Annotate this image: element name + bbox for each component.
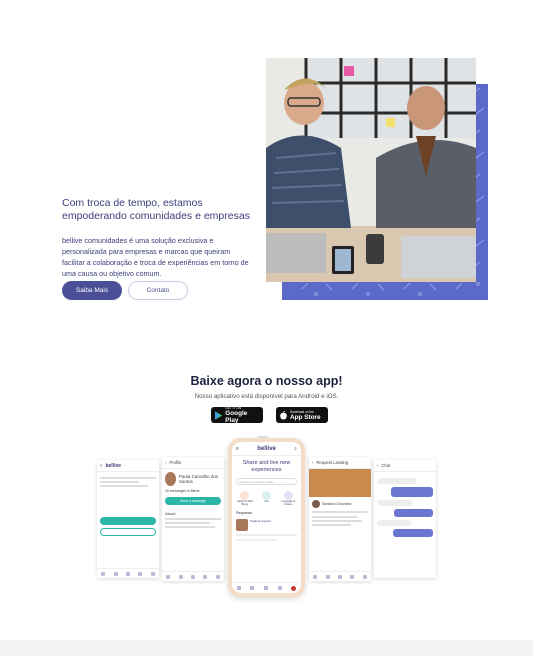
chat-bubble: [393, 509, 433, 517]
contato-button[interactable]: Contato: [128, 281, 188, 300]
profile-stat: 15 exchanges in Bliivie: [165, 489, 200, 493]
phone-tab-bar: [232, 582, 301, 593]
avatar: [165, 472, 176, 486]
tab-messages-icon[interactable]: [250, 586, 255, 590]
requests-label: Requests: [236, 511, 253, 515]
hero-title: Com troca de tempo, estamos empoderando …: [62, 197, 250, 222]
menu-icon[interactable]: ≡: [236, 446, 239, 452]
category-health[interactable]: Health & Well Being: [235, 491, 255, 506]
phone-headline: Share and live new experiences: [242, 460, 291, 473]
hero-description: bellive comunidades é uma solução exclus…: [62, 236, 249, 278]
app-screen-chat: ‹ Chat: [374, 460, 436, 578]
back-icon[interactable]: ‹: [377, 463, 378, 468]
app-screen-request: ‹ Request Landing Santana Gonzalez: [309, 457, 371, 581]
menu-icon: ≡: [100, 463, 103, 468]
chat-bubble: [392, 529, 433, 537]
app-screen-profile: ‹ Profile Paula Carvalho dos Santos 15 ex…: [162, 457, 224, 581]
exchange-button[interactable]: [100, 517, 156, 525]
profile-name: Paula Carvalho dos Santos: [178, 474, 219, 484]
store-badges: GET IT ON Google Play Download on the Ap…: [211, 406, 328, 424]
back-icon[interactable]: ‹: [165, 460, 166, 465]
profile-header: Profile: [169, 460, 182, 465]
chat-bubble: [391, 487, 433, 497]
phone-mockup: ≡ bellive ⌕ Share and live new experienc…: [228, 436, 305, 597]
search-icon[interactable]: ⌕: [294, 446, 297, 452]
tab-add-icon[interactable]: [263, 586, 268, 590]
app-store-large-text: App Store: [290, 413, 321, 421]
left-screen-brand: bellive: [105, 462, 122, 469]
google-play-icon: [215, 410, 223, 420]
right-screen-header: Request Landing: [316, 460, 349, 465]
google-play-large-text: Google Play: [225, 410, 248, 424]
tab-home-icon[interactable]: [236, 586, 241, 590]
category-arts[interactable]: Arts: [256, 491, 276, 506]
about-label: About: [165, 511, 176, 516]
phone-brand: bellive: [257, 445, 276, 452]
back-icon[interactable]: ‹: [312, 460, 313, 465]
tab-bar: [97, 568, 159, 578]
google-play-badge[interactable]: GET IT ON Google Play: [211, 406, 263, 424]
phone-search-input[interactable]: Search for a skill or hobby: [236, 478, 297, 485]
request-image: [309, 469, 371, 497]
hero-photo-frame: [266, 58, 488, 300]
avatar: [312, 500, 320, 508]
deny-button[interactable]: [100, 528, 156, 536]
right-screen-user: Santana Gonzalez: [322, 502, 352, 506]
app-section-title: Baixe agora o nosso app!: [190, 374, 343, 388]
team-photo: [266, 58, 476, 282]
saiba-mais-button[interactable]: Saiba Mais: [62, 281, 122, 300]
hero-buttons: Saiba Mais Contato: [62, 281, 188, 300]
request-card[interactable]: Student support: [236, 519, 297, 531]
hero-text: Com troca de tempo, estamos empoderando …: [62, 197, 252, 279]
apple-icon: [280, 410, 287, 419]
chat-header: Chat: [381, 463, 391, 468]
app-screen-exchanges: ≡ bellive: [97, 460, 159, 578]
request-title: Student support: [250, 519, 272, 523]
tab-activity-icon[interactable]: [277, 586, 282, 590]
send-message-button[interactable]: Send a message: [165, 497, 221, 505]
footer-strip: [0, 640, 533, 656]
tab-profile-icon[interactable]: [291, 585, 297, 591]
app-section-subtitle: Nosso aplicativo está disponível para An…: [194, 393, 339, 400]
hero-section: Com troca de tempo, estamos empoderando …: [0, 0, 533, 330]
category-language[interactable]: Language & Culture: [278, 491, 298, 506]
app-store-badge[interactable]: Download on the App Store: [276, 407, 328, 423]
